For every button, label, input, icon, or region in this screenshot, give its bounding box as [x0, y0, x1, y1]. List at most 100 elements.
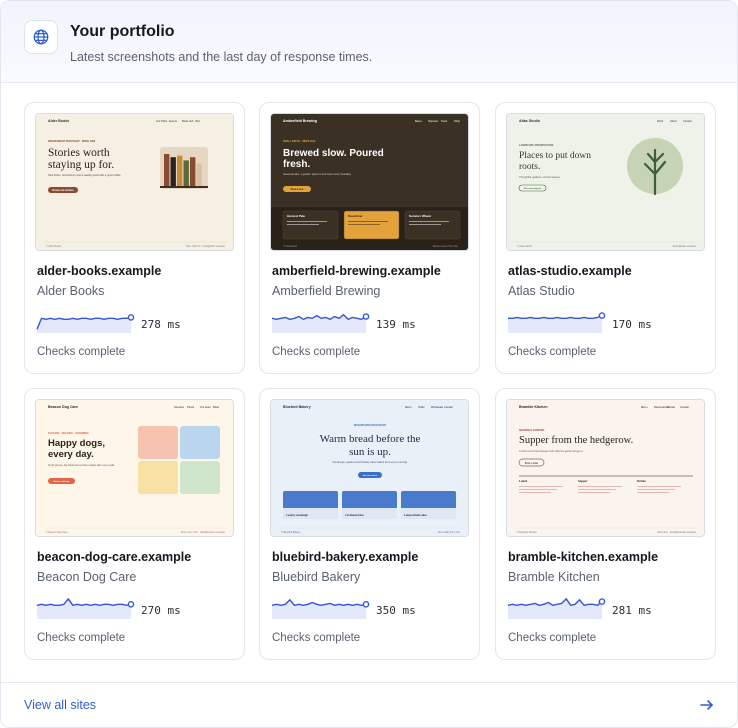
thumb-headline: Warm bread before the [320, 433, 421, 445]
view-all-sites-link[interactable]: View all sites [24, 698, 96, 712]
site-name: Amberfield Brewing [272, 284, 381, 298]
response-time-sparkline [507, 598, 606, 619]
site-name: Bluebird Bakery [272, 570, 361, 584]
site-domain[interactable]: beacon-dog-care.example [37, 550, 191, 564]
thumb-nav-item: Contact [680, 405, 689, 409]
thumb-nav-item: Private [667, 405, 676, 409]
thumb-product: Cardamom buns [345, 514, 364, 517]
response-time-sparkline [508, 312, 606, 333]
site-domain[interactable]: atlas-studio.example [508, 264, 632, 278]
site-screenshot[interactable]: Bluebird Bakery Menu Order Wholesale Contact… [270, 399, 469, 537]
thumb-body: A short menu that changes with what the … [519, 450, 584, 453]
site-screenshot[interactable]: Bramble Kitchen Menu Reservations Private Co… [506, 399, 705, 537]
site-card-beacon[interactable]: Beacon Dog Care Services Prices Our team Boo… [24, 388, 245, 660]
response-time-value: 270 ms [141, 604, 181, 617]
thumb-menu-column: Drinks [637, 479, 647, 483]
thumb-footer: © Bramble Kitchen [517, 531, 538, 534]
site-domain[interactable]: bluebird-bakery.example [272, 550, 418, 564]
thumb-nav-item: Our Picks [156, 119, 168, 123]
arrow-right-icon[interactable] [699, 697, 715, 718]
response-time-sparkline [271, 599, 370, 619]
site-card-bramble[interactable]: Bramble Kitchen Menu Reservations Private Co… [495, 388, 716, 660]
site-domain[interactable]: alder-books.example [37, 264, 161, 278]
thumb-headline: staying up for. [48, 159, 114, 171]
check-status: Checks complete [37, 346, 126, 358]
thumb-headline: sun is up. [349, 446, 391, 458]
thumb-menu-column: Supper [578, 479, 588, 483]
panel-footer: View all sites [1, 682, 737, 727]
thumb-kicker: DAYCARE · WALKING · GROOMING [48, 432, 89, 435]
thumb-kicker: NEIGHBOURHOOD BAKERY [354, 424, 387, 427]
site-screenshot[interactable]: Beacon Dog Care Services Prices Our team Boo… [35, 399, 234, 537]
thumb-beer-name: Harvest Pale [287, 214, 305, 218]
thumb-headline: Places to put down [519, 151, 591, 161]
screenshot-render: Bluebird Bakery Menu Order Wholesale Contact… [271, 400, 468, 536]
portfolio-panel: Your portfolio Latest screenshots and th… [0, 0, 738, 728]
sparkline-area [508, 598, 602, 619]
thumb-kicker: SEASONAL COOKING [519, 429, 544, 432]
site-card-alder[interactable]: Alder Books Our Picks Events Book club Visit… [24, 102, 245, 374]
response-time-sparkline [36, 598, 135, 619]
site-name: Bramble Kitchen [508, 570, 600, 584]
thumb-nav-item: Services [174, 405, 185, 409]
check-status: Checks complete [272, 346, 361, 358]
sparkline-line [507, 598, 603, 607]
sparkline-line [508, 314, 603, 320]
site-name: Alder Books [37, 284, 105, 298]
thumb-product: Country sourdough [286, 514, 308, 517]
site-card-amberfield[interactable]: Amberfield Brewing Beers Taproom Tours Shop S… [259, 102, 480, 374]
sparkline-latest-point [362, 313, 370, 320]
sparkline-line [271, 599, 367, 607]
screenshot-render: Atlas Studio Work About Contact LANDSCAPE AR… [507, 114, 704, 250]
site-domain[interactable]: bramble-kitchen.example [508, 550, 658, 564]
thumb-footer: © Beacon Dog Care [46, 531, 68, 534]
thumb-nav-item: Prices [187, 405, 195, 409]
thumb-nav-item: Contact [444, 405, 453, 409]
site-name: Atlas Studio [508, 284, 575, 298]
thumb-nav-item: Shop [454, 119, 461, 123]
thumb-beer-name: Rauchbier [348, 214, 364, 218]
thumb-brand: Atlas Studio [519, 119, 541, 123]
site-card-atlas[interactable]: Atlas Studio Work About Contact LANDSCAPE AR… [495, 102, 716, 374]
thumb-body: Sourdough, pastries and birthday cakes b… [332, 461, 407, 464]
screenshot-render: Amberfield Brewing Beers Taproom Tours Shop S… [271, 114, 468, 250]
screenshot-render: Alder Books Our Picks Events Book club Visit… [36, 114, 233, 250]
thumb-brand: Bluebird Bakery [283, 405, 311, 409]
response-time-value: 170 ms [612, 318, 652, 331]
thumb-nav-item: Taproom [428, 119, 438, 123]
thumb-nav-item: Book club [182, 119, 194, 123]
thumb-beer-name: Summer Wheat [409, 214, 431, 218]
check-status: Checks complete [508, 632, 597, 644]
response-time-value: 278 ms [141, 318, 181, 331]
sparkline-latest-point [127, 314, 135, 321]
thumb-nav-item: Beers [415, 119, 422, 123]
check-status: Checks complete [272, 632, 361, 644]
thumb-footer: Taproom open Thu–Sun [432, 245, 458, 248]
thumb-footer: studio@atlas.example [672, 245, 696, 248]
thumb-headline: Brewed slow. Poured [283, 148, 384, 159]
thumb-headline: Stories worth [48, 147, 110, 159]
thumb-body: Seasonal ales, a garden taproom and tour… [283, 172, 352, 176]
thumb-headline: fresh. [283, 159, 310, 170]
thumb-headline: Happy dogs, [48, 438, 105, 449]
thumb-brand: Amberfield Brewing [283, 119, 317, 123]
thumb-nav-item: Contact [683, 119, 692, 123]
site-domain[interactable]: amberfield-brewing.example [272, 264, 441, 278]
thumb-cta: Book a tour [291, 188, 304, 191]
site-card-bluebird[interactable]: Bluebird Bakery Menu Order Wholesale Contact… [259, 388, 480, 660]
sparkline-latest-point [598, 598, 606, 605]
site-screenshot[interactable]: Atlas Studio Work About Contact LANDSCAPE AR… [506, 113, 705, 251]
thumb-cta: Book a table [525, 462, 539, 465]
sparkline-latest-point [127, 601, 135, 608]
thumb-footer: © Bluebird Bakery [281, 531, 301, 534]
site-screenshot[interactable]: Alder Books Our Picks Events Book club Visit… [35, 113, 234, 251]
screenshot-render: Beacon Dog Care Services Prices Our team Boo… [36, 400, 233, 536]
response-time-value: 350 ms [376, 604, 416, 617]
thumb-nav-item: Book [213, 405, 220, 409]
sparkline-latest-point [598, 312, 606, 319]
thumb-brand: Beacon Dog Care [48, 405, 78, 409]
response-time-sparkline [271, 313, 370, 333]
site-screenshot[interactable]: Amberfield Brewing Beers Taproom Tours Shop S… [270, 113, 469, 251]
response-time-value: 139 ms [376, 318, 416, 331]
thumb-nav-item: Our team [200, 405, 211, 409]
